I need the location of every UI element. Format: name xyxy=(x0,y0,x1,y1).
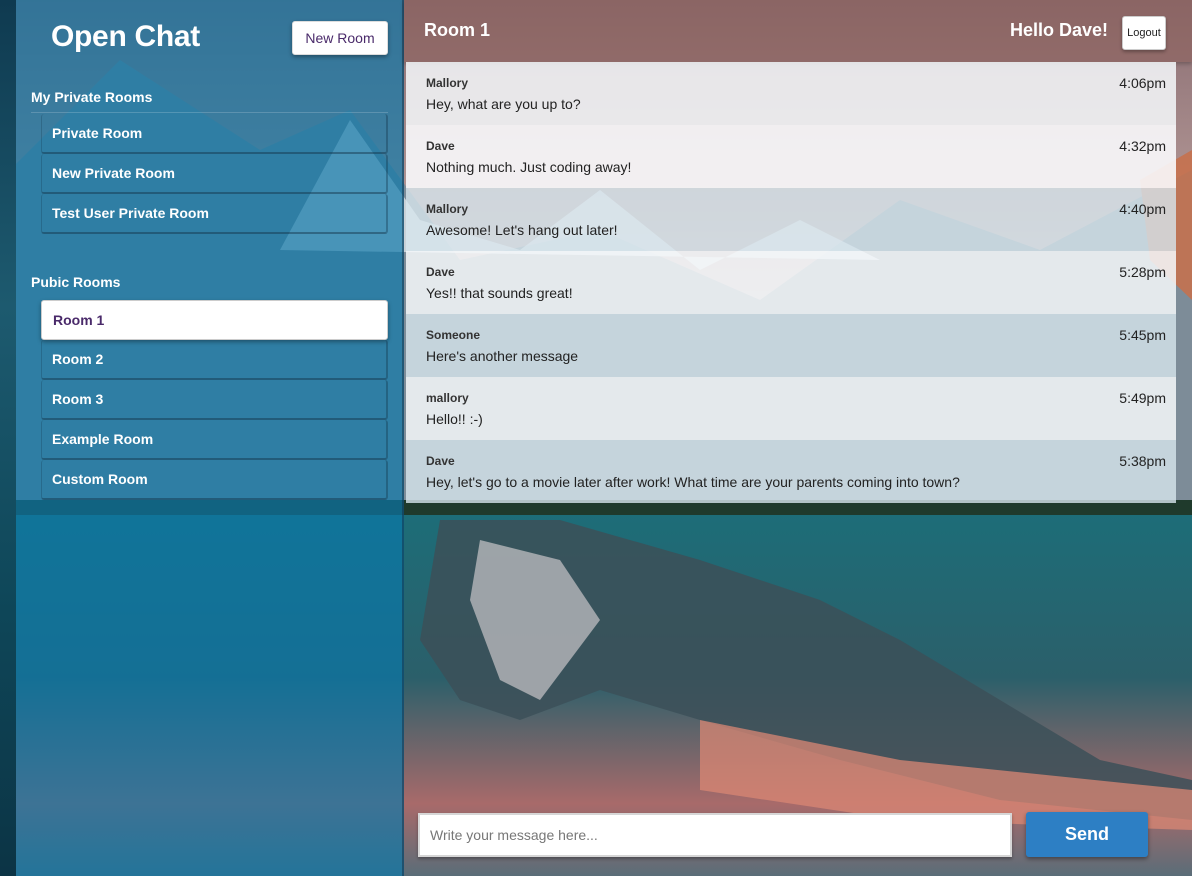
public-room-item[interactable]: Example Room xyxy=(41,420,388,460)
chat-main: Room 1 Hello Dave! Logout Mallory Hey, w… xyxy=(404,0,1192,876)
message-text: Hey, let's go to a movie later after wor… xyxy=(426,474,960,490)
app-title: Open Chat xyxy=(51,20,200,53)
sidebar: Open Chat New Room My Private Rooms Priv… xyxy=(16,0,404,876)
private-room-item[interactable]: Private Room xyxy=(41,114,388,154)
public-rooms-heading: Pubic Rooms xyxy=(31,274,121,290)
chat-app: Open Chat New Room My Private Rooms Priv… xyxy=(0,0,1192,876)
message-time: 4:32pm xyxy=(1119,138,1166,154)
message-time: 4:06pm xyxy=(1119,75,1166,91)
public-room-list: Room 1 Room 2 Room 3 Example Room Custom… xyxy=(41,300,388,500)
message-time: 5:45pm xyxy=(1119,327,1166,343)
public-room-item[interactable]: Room 2 xyxy=(41,340,388,380)
message-text: Awesome! Let's hang out later! xyxy=(426,222,618,238)
send-button[interactable]: Send xyxy=(1026,812,1148,857)
message-text: Hello!! :-) xyxy=(426,411,483,427)
public-room-item[interactable]: Custom Room xyxy=(41,460,388,500)
message-item: Mallory Awesome! Let's hang out later! 4… xyxy=(406,188,1176,251)
message-item: Dave Yes!! that sounds great! 5:28pm xyxy=(406,251,1176,314)
logout-button[interactable]: Logout xyxy=(1122,16,1166,50)
message-time: 5:28pm xyxy=(1119,264,1166,280)
message-author: Someone xyxy=(426,328,481,342)
message-item: mallory Hello!! :-) 5:49pm xyxy=(406,377,1176,440)
message-author: Dave xyxy=(426,265,455,279)
user-greeting: Hello Dave! xyxy=(1009,20,1108,40)
message-list: Mallory Hey, what are you up to? 4:06pm … xyxy=(406,62,1176,503)
message-author: Mallory xyxy=(426,202,469,216)
private-room-item[interactable]: Test User Private Room xyxy=(41,194,388,234)
message-composer: Send xyxy=(418,812,1192,859)
chat-header: Room 1 Hello Dave! Logout xyxy=(404,0,1192,62)
private-room-item[interactable]: New Private Room xyxy=(41,154,388,194)
message-time: 5:38pm xyxy=(1119,453,1166,469)
message-item: Mallory Hey, what are you up to? 4:06pm xyxy=(406,62,1176,125)
private-rooms-heading: My Private Rooms xyxy=(31,89,153,105)
section-divider xyxy=(31,112,388,113)
message-author: mallory xyxy=(426,391,469,405)
message-time: 5:49pm xyxy=(1119,390,1166,406)
message-item: Someone Here's another message 5:45pm xyxy=(406,314,1176,377)
room-title: Room 1 xyxy=(424,20,491,40)
message-author: Dave xyxy=(426,454,455,468)
message-text: Here's another message xyxy=(426,348,579,364)
message-text: Hey, what are you up to? xyxy=(426,96,581,112)
public-room-item[interactable]: Room 3 xyxy=(41,380,388,420)
left-edge-strip xyxy=(0,0,16,876)
message-time: 4:40pm xyxy=(1119,201,1166,217)
message-item: Dave Hey, let's go to a movie later afte… xyxy=(406,440,1176,503)
message-item: Dave Nothing much. Just coding away! 4:3… xyxy=(406,125,1176,188)
message-input[interactable] xyxy=(418,813,1012,857)
message-text: Yes!! that sounds great! xyxy=(426,285,573,301)
public-room-item-active[interactable]: Room 1 xyxy=(41,300,388,340)
message-text: Nothing much. Just coding away! xyxy=(426,159,632,175)
message-author: Mallory xyxy=(426,76,469,90)
new-room-button[interactable]: New Room xyxy=(292,21,388,55)
message-author: Dave xyxy=(426,139,455,153)
private-room-list: Private Room New Private Room Test User … xyxy=(41,114,388,234)
